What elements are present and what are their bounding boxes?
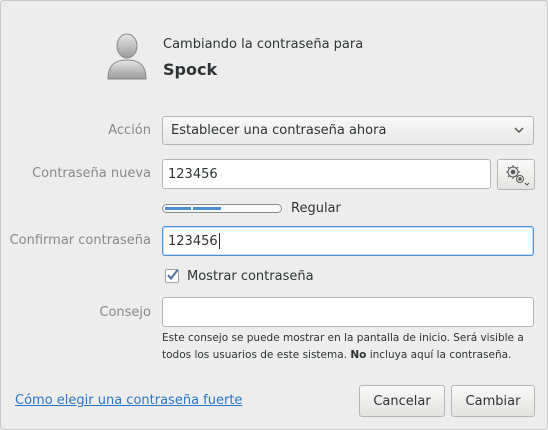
change-password-dialog: Cambiando la contraseña para Spock Acció…: [0, 0, 548, 430]
cancel-button[interactable]: Cancelar: [359, 385, 445, 417]
hint-help-text: Este consejo se puede mostrar en la pant…: [162, 330, 534, 364]
chevron-down-icon: [514, 127, 524, 134]
hint-label: Consejo: [99, 305, 151, 320]
new-password-field[interactable]: 123456: [162, 159, 491, 189]
hint-help-part2: incluya aquí la contraseña.: [366, 349, 512, 361]
checkmark-icon: [167, 269, 179, 281]
action-combo[interactable]: Establecer una contraseña ahora: [162, 116, 534, 145]
text-caret: [218, 233, 220, 249]
password-strength-bar: [162, 204, 282, 213]
user-avatar-icon: [107, 33, 147, 80]
strength-separator: [191, 206, 193, 211]
strength-separator: [251, 206, 253, 211]
new-password-label: Contraseña nueva: [32, 166, 151, 181]
password-strength-label: Regular: [291, 201, 341, 216]
show-password-checkbox[interactable]: [165, 269, 179, 283]
confirm-password-value: 123456: [168, 233, 218, 249]
user-name: Spock: [163, 60, 218, 79]
change-button[interactable]: Cambiar: [451, 385, 535, 417]
generate-password-button[interactable]: [497, 159, 535, 190]
confirm-password-field[interactable]: 123456: [162, 226, 534, 256]
strength-separator: [221, 206, 223, 211]
new-password-value: 123456: [168, 166, 218, 182]
password-strength-fill: [165, 207, 222, 210]
show-password-label[interactable]: Mostrar contraseña: [187, 269, 314, 284]
hint-help-bold: No: [350, 349, 367, 361]
confirm-password-label: Confirmar contraseña: [9, 233, 151, 248]
action-label: Acción: [108, 123, 151, 138]
strong-password-help-link[interactable]: Cómo elegir una contraseña fuerte: [15, 393, 242, 408]
hint-field[interactable]: [162, 297, 534, 327]
action-selected: Establecer una contraseña ahora: [171, 123, 387, 138]
dialog-subtitle: Cambiando la contraseña para: [163, 37, 364, 52]
gears-icon: [506, 165, 530, 186]
